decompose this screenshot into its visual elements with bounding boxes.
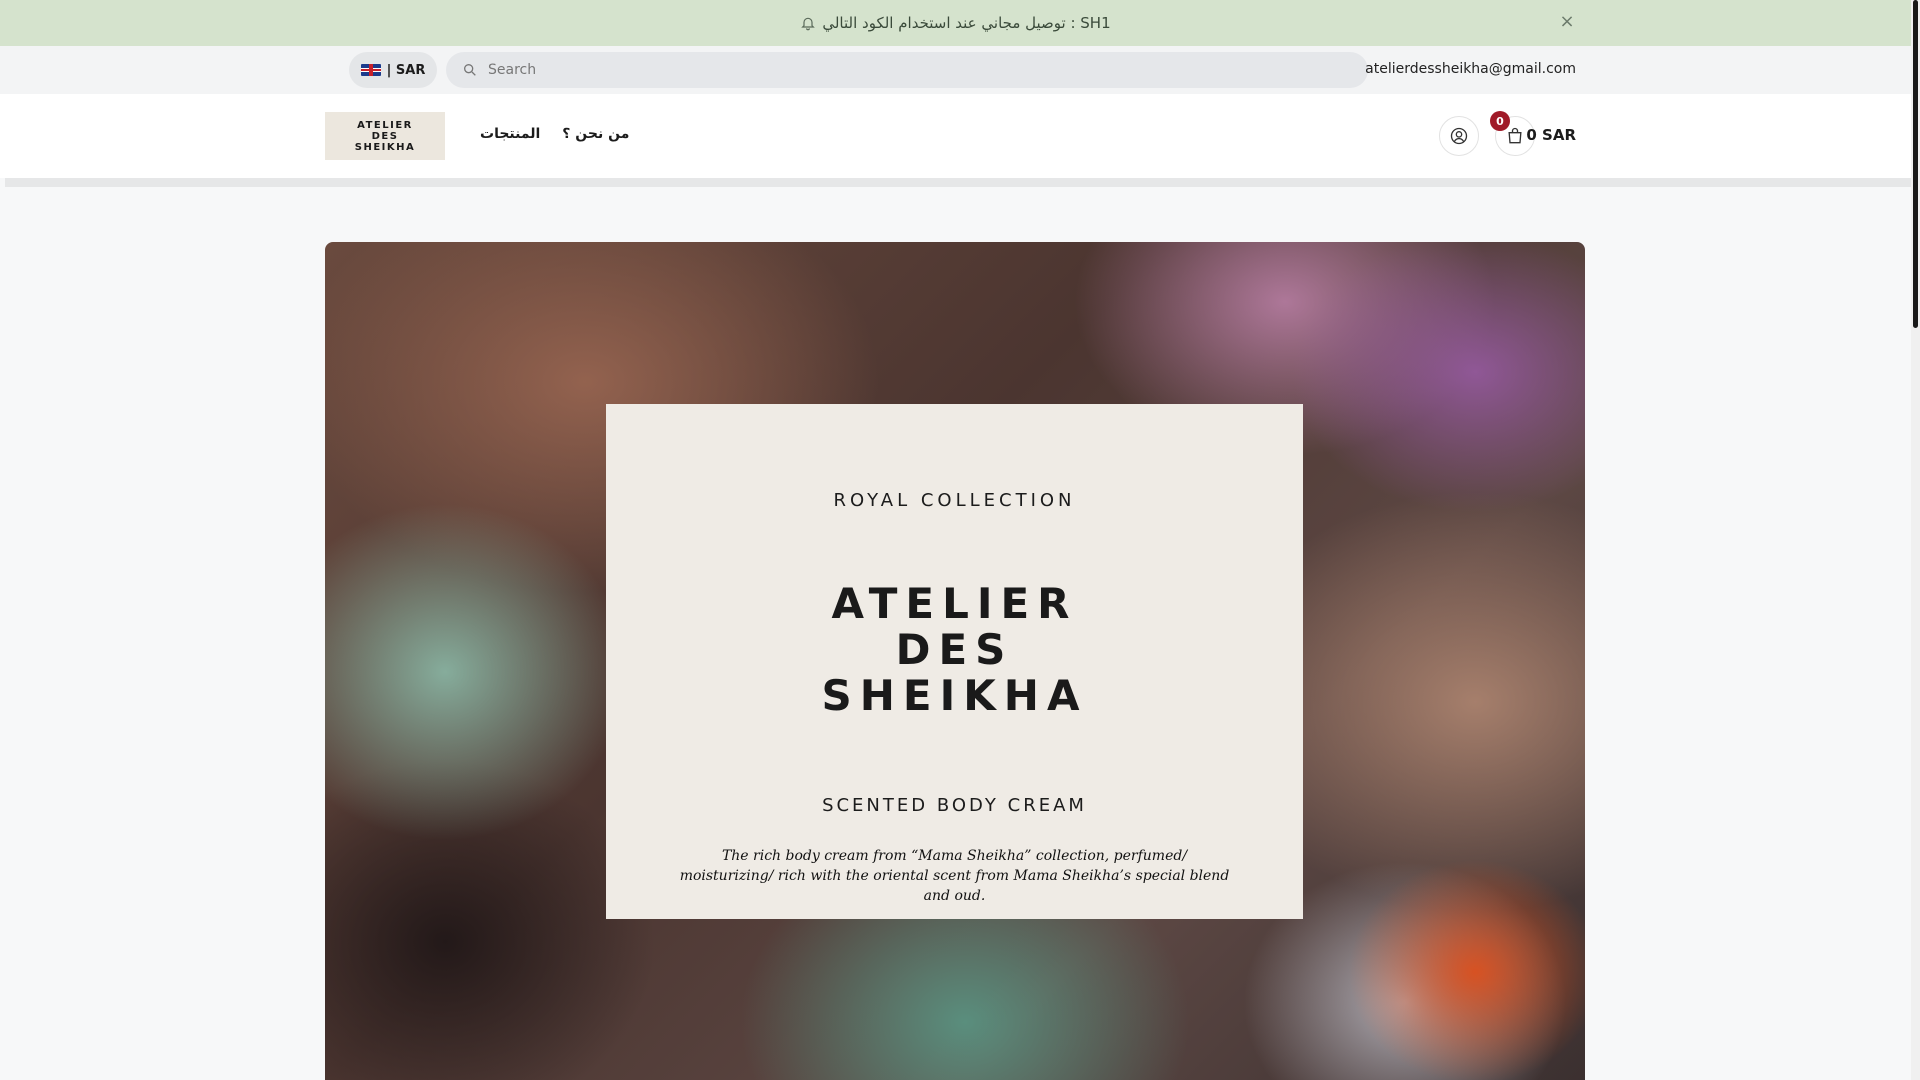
close-icon[interactable]: ×: [1557, 12, 1577, 32]
bell-icon: [801, 17, 816, 31]
currency-selector[interactable]: | SAR: [349, 52, 437, 88]
top-bar: | SAR atelierdessheikha@gmail.com: [0, 46, 1911, 94]
collection-label: ROYAL COLLECTION: [833, 490, 1076, 511]
announcement-text: SH1 : توصيل مجاني عند استخدام الكود التا…: [822, 14, 1111, 32]
announcement-bar: SH1 : توصيل مجاني عند استخدام الكود التا…: [0, 0, 1911, 46]
product-subtitle: SCENTED BODY CREAM: [822, 795, 1087, 816]
uk-flag-icon: [360, 64, 381, 76]
brand-line: SHEIKHA: [821, 671, 1088, 720]
cart-count-badge: 0: [1490, 111, 1510, 131]
logo[interactable]: ATELIER DES SHEIKHA: [325, 112, 445, 160]
brand-line: ATELIER: [831, 579, 1078, 628]
hero-card: ROYAL COLLECTION ATELIER DES SHEIKHA SCE…: [606, 404, 1303, 919]
user-icon: [1450, 127, 1468, 145]
contact-email[interactable]: atelierdessheikha@gmail.com: [1365, 61, 1576, 77]
product-description: The rich body cream from “Mama Sheikha” …: [679, 848, 1230, 904]
search-icon: [464, 64, 476, 76]
search-input[interactable]: [488, 62, 1348, 78]
scrollbar-thumb[interactable]: [1913, 0, 1918, 328]
announcement: SH1 : توصيل مجاني عند استخدام الكود التا…: [800, 14, 1111, 32]
header-divider: [5, 178, 1911, 187]
shopping-bag-icon: [1508, 127, 1522, 144]
logo-line: SHEIKHA: [354, 141, 416, 153]
hero-banner: ROYAL COLLECTION ATELIER DES SHEIKHA SCE…: [325, 242, 1585, 1080]
main-nav: المنتجات من نحن ؟: [480, 126, 629, 142]
logo-line: ATELIER: [357, 119, 413, 131]
currency-label: | SAR: [386, 62, 426, 78]
search-bar[interactable]: [446, 52, 1368, 88]
brand-line: DES: [895, 625, 1014, 674]
brand-title: ATELIER DES SHEIKHA: [822, 581, 1088, 719]
site-header: ATELIER DES SHEIKHA المنتجات من نحن ؟ 0 …: [0, 94, 1911, 178]
logo-line: DES: [371, 130, 399, 142]
nav-item-about[interactable]: من نحن ؟: [562, 126, 629, 142]
account-button[interactable]: [1439, 116, 1479, 156]
cart-total: 0 SAR: [1526, 126, 1576, 144]
nav-item-products[interactable]: المنتجات: [480, 126, 540, 142]
